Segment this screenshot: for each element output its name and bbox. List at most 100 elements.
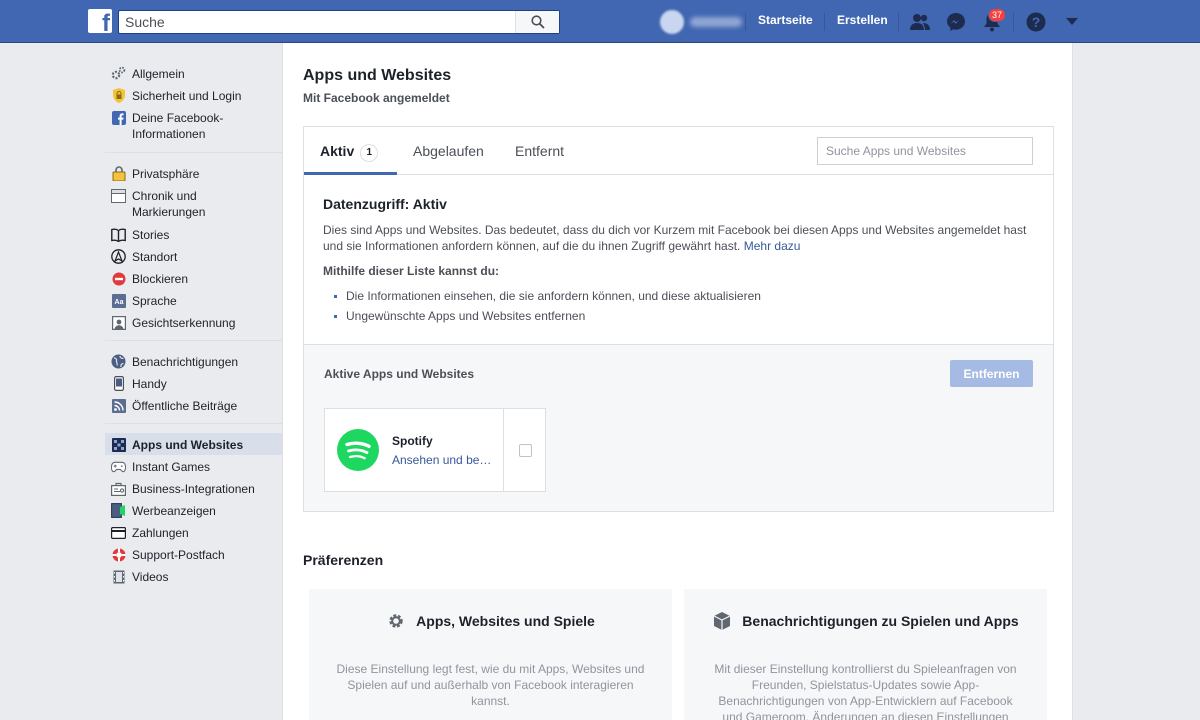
profile-link[interactable] xyxy=(660,10,742,34)
card-icon xyxy=(111,525,126,540)
search-button[interactable] xyxy=(515,11,559,33)
sidebar-item-benachrichtigungen[interactable]: Benachrichtigungen xyxy=(105,350,282,372)
spotify-logo xyxy=(337,429,379,471)
gamepad-icon xyxy=(111,459,126,474)
sidebar-item-sicherheit[interactable]: Sicherheit und Login xyxy=(105,84,282,106)
location-icon xyxy=(111,249,126,264)
svg-text:?: ? xyxy=(1032,14,1041,30)
language-icon: Aa xyxy=(111,293,126,308)
tab-abgelaufen[interactable]: Abgelaufen xyxy=(413,143,484,159)
apps-panel: Aktiv1 Abgelaufen Entfernt Datenzugriff:… xyxy=(303,126,1054,512)
facebook-icon xyxy=(111,110,126,125)
sidebar-divider xyxy=(105,152,282,153)
sidebar-item-standort[interactable]: Standort xyxy=(105,245,282,267)
sidebar-item-privatsphaere[interactable]: Privatsphäre xyxy=(105,162,282,184)
nav-create-link[interactable]: Erstellen xyxy=(837,13,888,27)
list-item: Ungewünschte Apps und Websites entfernen xyxy=(334,306,1034,326)
list-item: Die Informationen einsehen, die sie anfo… xyxy=(334,286,1034,306)
info-text: Dies sind Apps und Websites. Das bedeute… xyxy=(323,223,1027,253)
info-list: Die Informationen einsehen, die sie anfo… xyxy=(323,286,1034,326)
pref-card-title: Apps, Websites und Spiele xyxy=(309,611,672,631)
pref-card-benachrichtigungen-spiele-apps[interactable]: Benachrichtigungen zu Spielen und Apps M… xyxy=(684,589,1047,720)
app-card-spotify[interactable]: Spotify Ansehen und be… xyxy=(324,408,546,492)
sidebar-item-chronik[interactable]: Chronik und Markierungen xyxy=(105,184,282,223)
sidebar-item-werbeanzeigen[interactable]: Werbeanzeigen xyxy=(105,499,282,521)
nav-divider xyxy=(1013,13,1014,31)
sidebar-item-business-integrationen[interactable]: Business-Integrationen xyxy=(105,477,282,499)
pref-card-description: Mit dieser Einstellung kontrollierst du … xyxy=(714,662,1017,720)
tab-aktiv[interactable]: Aktiv 1 xyxy=(320,143,379,162)
sidebar-divider xyxy=(105,423,282,424)
messenger-icon[interactable] xyxy=(945,11,967,33)
tab-count-badge: 1 xyxy=(360,144,379,162)
sidebar-item-support-postfach[interactable]: Support-Postfach xyxy=(105,543,282,565)
tab-bar: Aktiv 1 Abgelaufen Entfernt xyxy=(304,127,1053,175)
avatar xyxy=(660,10,684,34)
sidebar-item-instant-games[interactable]: Instant Games xyxy=(105,455,282,477)
film-icon xyxy=(111,569,126,584)
app-search-input[interactable] xyxy=(818,138,1032,164)
search-input[interactable] xyxy=(119,11,514,33)
sidebar-item-oeffentliche-beitraege[interactable]: Öffentliche Beiträge xyxy=(105,394,282,416)
globe-icon xyxy=(111,354,126,369)
tab-entfernt[interactable]: Entfernt xyxy=(515,143,564,159)
dropdown-arrow-icon[interactable] xyxy=(1061,11,1083,33)
rss-icon xyxy=(111,398,126,413)
nav-divider xyxy=(898,13,899,31)
top-bar: f Startseite Erstellen 37 ? xyxy=(0,0,1200,43)
remove-button[interactable]: Entfernen xyxy=(950,360,1033,387)
app-select-checkbox[interactable] xyxy=(519,444,532,457)
info-heading: Datenzugriff: Aktiv xyxy=(323,196,447,212)
sidebar-item-gesichtserkennung[interactable]: Gesichtserkennung xyxy=(105,311,282,333)
notification-badge: 37 xyxy=(988,8,1007,22)
card-divider xyxy=(503,409,504,491)
friends-icon[interactable] xyxy=(909,11,931,33)
nav-home-link[interactable]: Startseite xyxy=(758,13,813,27)
face-icon xyxy=(111,315,126,330)
sidebar-item-blockieren[interactable]: Blockieren xyxy=(105,267,282,289)
ads-icon xyxy=(111,503,126,518)
lock-icon xyxy=(111,166,126,181)
search-box xyxy=(118,10,560,34)
sidebar-item-videos[interactable]: Videos xyxy=(105,565,282,587)
settings-sidebar: Allgemein Sicherheit und Login Deine Fac… xyxy=(105,62,282,587)
profile-name-blurred xyxy=(690,17,742,27)
app-view-edit-link[interactable]: Ansehen und be… xyxy=(392,453,491,467)
apps-icon xyxy=(111,437,126,452)
gear-icon xyxy=(111,66,126,81)
pref-card-description: Diese Einstellung legt fest, wie du mit … xyxy=(336,662,645,708)
sidebar-item-sprache[interactable]: Aa Sprache xyxy=(105,289,282,311)
gear-icon xyxy=(386,611,406,631)
nav-divider xyxy=(745,13,746,31)
sidebar-item-facebook-informationen[interactable]: Deine Facebook- Informationen xyxy=(105,106,282,145)
help-icon[interactable]: ? xyxy=(1025,11,1047,33)
sidebar-item-handy[interactable]: Handy xyxy=(105,372,282,394)
page-subtitle: Mit Facebook angemeldet xyxy=(303,91,450,105)
facebook-logo[interactable]: f xyxy=(88,9,112,33)
app-search-box xyxy=(817,137,1033,165)
learn-more-link[interactable]: Mehr dazu xyxy=(744,239,801,253)
timeline-icon xyxy=(111,188,126,203)
sidebar-item-stories[interactable]: Stories xyxy=(105,223,282,245)
sidebar-item-zahlungen[interactable]: Zahlungen xyxy=(105,521,282,543)
lifebuoy-icon xyxy=(111,547,126,562)
phone-icon xyxy=(111,376,126,391)
sidebar-item-allgemein[interactable]: Allgemein xyxy=(105,62,282,84)
search-icon xyxy=(530,15,545,29)
svg-text:Aa: Aa xyxy=(114,299,123,306)
active-tab-indicator xyxy=(304,172,397,175)
business-icon xyxy=(111,481,126,496)
cube-icon xyxy=(712,611,732,631)
pref-card-apps-websites-spiele[interactable]: Apps, Websites und Spiele Diese Einstell… xyxy=(309,589,672,720)
active-apps-title: Aktive Apps und Websites xyxy=(324,367,475,381)
main-content: Apps und Websites Mit Facebook angemelde… xyxy=(282,43,1073,720)
nav-divider xyxy=(824,13,825,31)
sidebar-divider xyxy=(105,340,282,341)
app-name: Spotify xyxy=(392,434,433,448)
data-access-info: Datenzugriff: Aktiv Dies sind Apps und W… xyxy=(304,176,1053,344)
active-apps-section: Aktive Apps und Websites Entfernen Spoti… xyxy=(304,344,1053,511)
block-icon xyxy=(111,271,126,286)
info-list-title: Mithilfe dieser Liste kannst du: xyxy=(323,264,500,278)
sidebar-item-apps-und-websites[interactable]: Apps und Websites xyxy=(105,433,282,455)
page-title: Apps und Websites xyxy=(303,67,452,84)
